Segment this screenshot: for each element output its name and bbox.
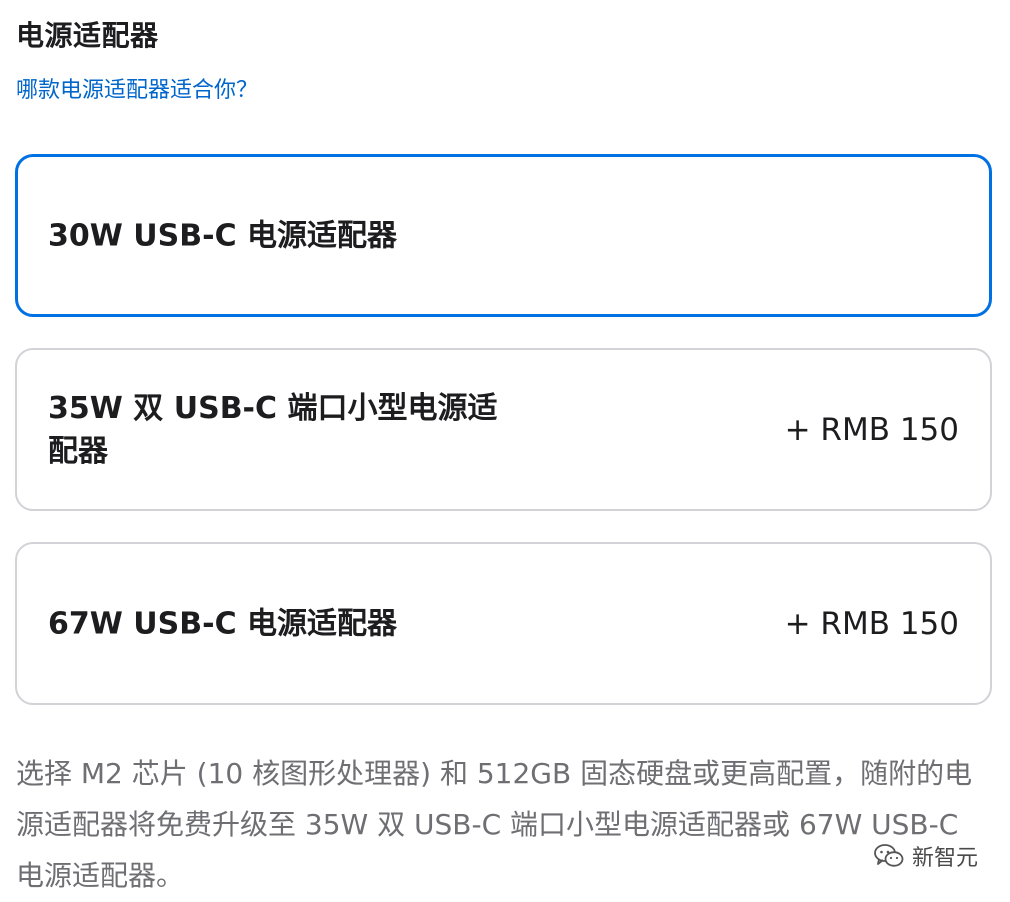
option-name: 35W 双 USB-C 端口小型电源适配器 xyxy=(48,390,498,469)
section-title: 电源适配器 xyxy=(16,19,159,52)
wechat-icon xyxy=(874,843,904,869)
option-30w-adapter[interactable]: 30W USB-C 电源适配器 xyxy=(15,154,992,317)
watermark: 新智元 xyxy=(874,840,978,872)
option-price: + RMB 150 xyxy=(784,605,959,642)
watermark-text: 新智元 xyxy=(911,846,978,871)
option-name: 67W USB-C 电源适配器 xyxy=(48,606,398,641)
option-35w-dual-adapter[interactable]: 35W 双 USB-C 端口小型电源适配器 + RMB 150 xyxy=(15,348,992,511)
adapter-help-link[interactable]: 哪款电源适配器适合你？ xyxy=(16,72,258,104)
option-67w-adapter[interactable]: 67W USB-C 电源适配器 + RMB 150 xyxy=(15,542,992,705)
option-name: 30W USB-C 电源适配器 xyxy=(48,218,398,253)
option-price: + RMB 150 xyxy=(784,411,959,448)
footnote-text: 选择 M2 芯片 (10 核图形处理器) 和 512GB 固态硬盘或更高配置，随… xyxy=(16,757,973,892)
